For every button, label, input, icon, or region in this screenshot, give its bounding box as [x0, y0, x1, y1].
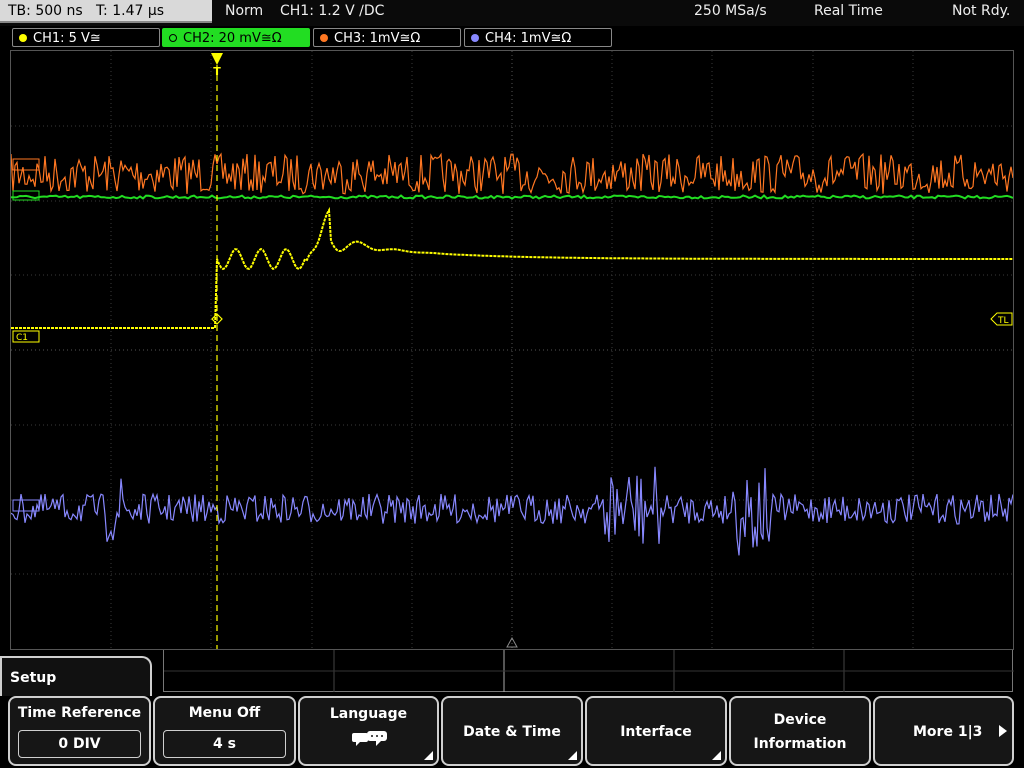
channel-3-dot: [320, 34, 328, 42]
interface-button[interactable]: Interface: [585, 696, 727, 766]
channel-2-box[interactable]: CH2: 20 mV≅Ω: [162, 28, 310, 47]
channel-1-box[interactable]: CH1: 5 V≅: [12, 28, 160, 47]
channel-2-label: CH2: 20 mV≅Ω: [183, 31, 282, 46]
arrow-right-icon: [999, 725, 1007, 737]
waveform-display[interactable]: T C1 TL: [10, 50, 1014, 650]
submenu-corner-icon: [568, 751, 577, 760]
menu-title: Setup: [10, 670, 57, 686]
channel-1-dot: [19, 34, 27, 42]
more-button[interactable]: More 1|3: [873, 696, 1014, 766]
acquisition-status: Not Rdy.: [952, 3, 1011, 19]
submenu-corner-icon: [424, 751, 433, 760]
c1-marker-label: C1: [16, 333, 28, 343]
device-info-label-2: Information: [753, 736, 847, 752]
more-label: More 1|3: [913, 724, 983, 740]
menu-title-tab: Setup: [0, 656, 152, 696]
trigger-marker[interactable]: T: [211, 53, 223, 78]
channel-1-offset-marker[interactable]: C1: [12, 330, 40, 343]
tl-marker-label: TL: [997, 316, 1009, 326]
graticule: [11, 51, 1013, 649]
timebase-display[interactable]: TB: 500 ns T: 1.47 µs: [0, 0, 212, 23]
channel-4-offset-marker[interactable]: [12, 499, 40, 512]
status-bar: TB: 500 ns T: 1.47 µs Norm CH1: 1.2 V ∕D…: [0, 0, 1024, 26]
overview-strip: [163, 650, 1014, 692]
submenu-corner-icon: [712, 751, 721, 760]
device-info-label-1: Device: [773, 712, 827, 728]
channel-2-dot: [169, 34, 177, 42]
time-reference-button[interactable]: Time Reference 0 DIV: [8, 696, 151, 766]
channel-4-box[interactable]: CH4: 1mV≅Ω: [464, 28, 612, 47]
timebase-value: TB: 500 ns: [8, 3, 83, 19]
menu-off-button[interactable]: Menu Off 4 s: [153, 696, 296, 766]
time-reference-label: Time Reference: [17, 705, 142, 721]
channel-1-label: CH1: 5 V≅: [33, 31, 101, 46]
acquisition-mode: Real Time: [814, 3, 883, 19]
date-time-label: Date & Time: [463, 724, 561, 740]
language-label: Language: [329, 706, 408, 722]
sample-rate: 250 MSa/s: [694, 3, 767, 19]
device-information-button[interactable]: Device Information: [729, 696, 871, 766]
interface-label: Interface: [620, 724, 692, 740]
language-button[interactable]: Language: [298, 696, 439, 766]
date-time-button[interactable]: Date & Time: [441, 696, 583, 766]
channel-3-box[interactable]: CH3: 1mV≅Ω: [313, 28, 461, 47]
speech-bubbles-icon: [352, 731, 387, 746]
channel-4-label: CH4: 1mV≅Ω: [485, 31, 572, 46]
trigger-mode[interactable]: Norm: [225, 0, 263, 22]
overview-grid: [164, 650, 1014, 692]
waveform-canvas: T C1 TL: [10, 51, 1014, 649]
trigger-level-marker[interactable]: TL: [990, 312, 1013, 326]
trigger-time-value: T: 1.47 µs: [96, 3, 165, 19]
channel-3-label: CH3: 1mV≅Ω: [334, 31, 421, 46]
trigger-source[interactable]: CH1: 1.2 V ∕DC: [280, 0, 384, 22]
channel-4-dot: [471, 34, 479, 42]
menu-off-label: Menu Off: [188, 705, 261, 721]
menu-off-value: 4 s: [163, 730, 286, 758]
time-reference-value: 0 DIV: [18, 730, 141, 758]
trigger-marker-label: T: [213, 65, 221, 78]
